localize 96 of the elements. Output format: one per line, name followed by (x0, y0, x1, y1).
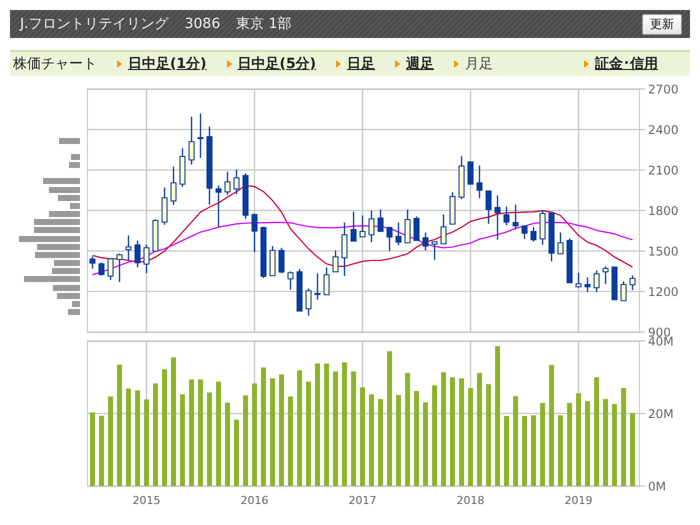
axis-label: 2700 (648, 82, 679, 96)
candlestick (468, 161, 474, 185)
candlestick (522, 225, 528, 239)
candlestick (594, 270, 600, 292)
volume-bar (558, 415, 563, 486)
candlestick (494, 196, 501, 240)
candlestick (260, 226, 266, 278)
candlestick (342, 222, 348, 276)
triangle-icon (226, 60, 232, 68)
candlestick (612, 266, 618, 300)
volume-bar (504, 416, 509, 486)
candlestick (396, 222, 402, 246)
candlestick (486, 190, 492, 224)
axis-label: 2016 (240, 494, 269, 507)
candlestick (566, 238, 573, 284)
axis-label: 2015 (132, 494, 160, 507)
candlestick (414, 216, 420, 241)
candlestick (90, 256, 96, 269)
candlestick (476, 166, 482, 198)
candlestick (576, 272, 582, 288)
period-tab[interactable]: 月足 (454, 55, 494, 73)
axis-label: 1200 (648, 285, 679, 299)
candlestick (404, 210, 411, 244)
period-tab[interactable]: 日足 (336, 55, 376, 73)
candlestick (548, 212, 555, 262)
candlestick (179, 148, 186, 187)
candlestick (242, 174, 249, 219)
candlestick (98, 262, 104, 276)
candlestick (296, 268, 303, 312)
candlestick (432, 241, 438, 260)
candlestick (270, 246, 276, 276)
axis-label: 0M (648, 480, 666, 494)
candlestick (162, 188, 168, 225)
candlestick (422, 232, 428, 250)
triangle-icon (395, 60, 400, 68)
axis-label: 1500 (648, 244, 679, 258)
stock-code: 3086 (184, 16, 220, 32)
candlestick (350, 212, 357, 242)
volume-bar (531, 415, 536, 486)
volume-bar (234, 420, 239, 486)
candlestick (287, 271, 294, 290)
candlestick (440, 214, 447, 244)
refresh-button[interactable]: 更新 (642, 14, 682, 34)
candlestick (125, 235, 132, 260)
triangle-icon (336, 60, 342, 68)
candlestick (458, 156, 465, 200)
period-tab[interactable]: 週足 (395, 55, 434, 73)
candlestick (540, 210, 546, 245)
period-tab[interactable]: 日中足(5分) (226, 55, 316, 73)
candlestick (233, 170, 240, 194)
candlestick (188, 116, 195, 165)
candlestick (386, 226, 393, 252)
candlestick (512, 204, 519, 230)
axis-label: 2018 (456, 494, 485, 507)
period-tab[interactable]: 日中足(1分) (117, 55, 207, 73)
nav-label: 株価チャート (13, 55, 98, 73)
volume-bar (522, 416, 528, 486)
triangle-icon (117, 60, 122, 68)
candlestick (620, 281, 627, 302)
candlestick (504, 206, 510, 226)
candlestick (324, 267, 330, 296)
candlestick (216, 186, 222, 228)
candlestick (584, 277, 590, 292)
triangle-icon (584, 60, 589, 68)
candlestick (630, 275, 636, 290)
volume-bar (98, 416, 104, 486)
axis-label: 2100 (648, 164, 679, 178)
candlestick (252, 213, 258, 252)
candlestick (278, 248, 285, 274)
candlestick (368, 210, 374, 242)
axis-label: 2017 (348, 494, 377, 507)
candlestick (558, 232, 564, 254)
candlestick (602, 266, 609, 284)
axis-label: 1800 (648, 204, 679, 218)
candlestick (170, 166, 177, 205)
candlestick (144, 244, 150, 274)
candlestick (314, 273, 320, 300)
candlestick (530, 226, 536, 242)
candlestick (306, 288, 312, 316)
triangle-icon (454, 60, 460, 68)
candlestick (224, 172, 231, 195)
company-name: J.フロントリテイリング (20, 15, 169, 33)
candlestick (108, 258, 114, 280)
axis-label: 2019 (564, 494, 593, 507)
candlestick (332, 250, 339, 272)
candlestick (378, 210, 384, 232)
market-name: 東京 1部 (236, 15, 292, 33)
candlestick (152, 219, 158, 252)
axis-label: 20M (648, 407, 674, 421)
candlestick (360, 216, 366, 238)
candlestick (198, 114, 204, 158)
axis-label: 2400 (648, 123, 679, 137)
margin-link[interactable]: 証金･信用 (584, 55, 658, 73)
candlestick (134, 240, 141, 268)
candlestick (116, 254, 122, 282)
candlestick (450, 192, 456, 225)
